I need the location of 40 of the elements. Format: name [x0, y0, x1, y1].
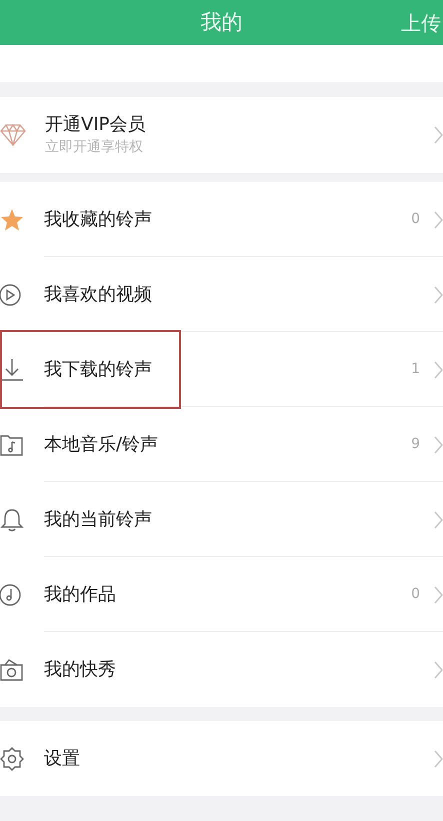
vip-title: 开通VIP会员	[45, 113, 146, 137]
chevron-icon	[434, 210, 443, 228]
item-count: 9	[411, 435, 420, 454]
menu-row[interactable]: 我的作品 0	[0, 557, 443, 632]
menu-label: 设置	[44, 747, 81, 771]
menu-row[interactable]: 我的快秀	[0, 632, 443, 707]
vip-subtitle: 立即开通享特权	[45, 138, 144, 157]
folder-icon	[0, 432, 24, 456]
vip-row[interactable]: 开通VIP会员 立即开通享特权	[0, 97, 443, 173]
chevron-icon	[434, 660, 443, 678]
menu-row[interactable]: 我的当前铃声	[0, 482, 443, 557]
diamond-icon	[0, 124, 26, 146]
chevron-icon	[434, 586, 443, 604]
menu-label: 本地音乐/铃声	[44, 433, 160, 457]
menu-row[interactable]: 我下载的铃声 1	[0, 332, 443, 407]
download-icon	[0, 358, 24, 382]
chevron-icon	[434, 286, 443, 304]
settings-icon	[0, 746, 24, 770]
camera-icon	[0, 658, 24, 682]
menu-label: 我喜欢的视频	[44, 283, 153, 307]
star-icon	[0, 208, 24, 232]
page-title: 我的	[200, 8, 242, 36]
menu-row[interactable]: 本地音乐/铃声 9	[0, 407, 443, 482]
item-count: 0	[411, 585, 420, 604]
bell-icon	[0, 508, 24, 532]
chevron-icon	[434, 126, 443, 144]
chevron-icon	[434, 360, 443, 378]
menu-row[interactable]: 我收藏的铃声 0	[0, 182, 443, 257]
chevron-icon	[434, 510, 443, 528]
menu-label: 我收藏的铃声	[44, 208, 153, 232]
chevron-icon	[434, 750, 443, 768]
menu-label: 我下载的铃声	[44, 358, 153, 382]
menu-label: 我的快秀	[44, 658, 117, 682]
item-count: 0	[411, 210, 420, 229]
menu-row[interactable]: 设置	[0, 721, 443, 796]
chevron-icon	[434, 436, 443, 454]
menu-row[interactable]: 我喜欢的视频	[0, 257, 443, 332]
item-count: 1	[411, 360, 420, 379]
menu-label: 我的当前铃声	[44, 508, 153, 532]
menu-label: 我的作品	[44, 583, 117, 607]
